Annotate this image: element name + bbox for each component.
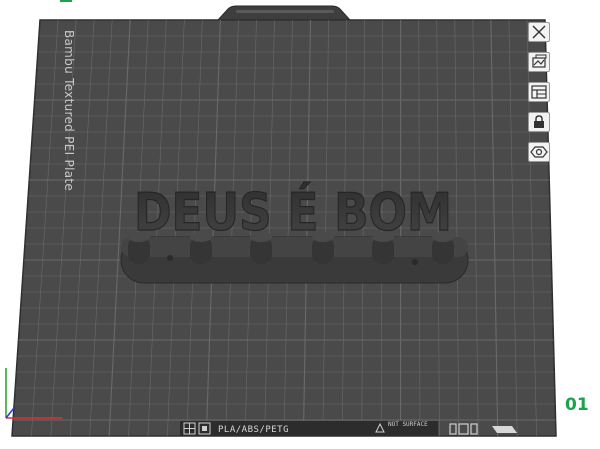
build-plate-scene[interactable]: DEUS É BOM — [0, 0, 600, 449]
lock-plate-button[interactable] — [528, 112, 550, 132]
plate-settings-button[interactable] — [528, 142, 550, 162]
arrange-plate-button[interactable] — [528, 52, 550, 72]
filament-types-label: PLA/ABS/PETG — [218, 425, 290, 435]
layout-icon — [531, 85, 547, 99]
3d-viewport[interactable]: DEUS É BOM Bambu Textured PEI Plate PLA/… — [0, 0, 600, 449]
surface-note-label: NOT SURFACE — [388, 421, 428, 428]
arrange-icon — [532, 54, 547, 68]
plate-tab-slot — [236, 10, 334, 13]
settings-icon — [530, 146, 548, 158]
plate-name-label: Bambu Textured PEI Plate — [62, 30, 76, 192]
plate-number[interactable]: 01 — [565, 395, 589, 415]
model-text: DEUS É BOM — [134, 182, 452, 243]
plate-layout-button[interactable] — [528, 82, 550, 102]
close-plate-button[interactable] — [528, 22, 550, 42]
close-icon — [532, 25, 546, 39]
lock-icon — [534, 115, 544, 128]
